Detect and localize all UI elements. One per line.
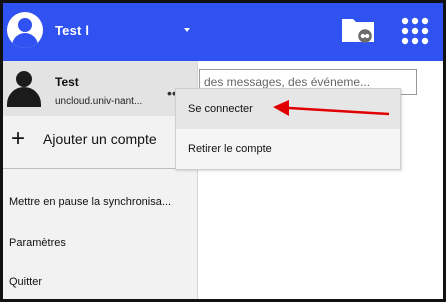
account-row[interactable]: Test uncloud.univ-nant... ••• <box>3 61 197 116</box>
remove-account-menu-item[interactable]: Retirer le compte <box>176 129 400 169</box>
avatar-head <box>18 18 32 32</box>
account-name[interactable]: Test l <box>55 23 89 38</box>
account-context-menu: Se connecter Retirer le compte <box>175 88 401 170</box>
chevron-down-icon[interactable] <box>184 28 190 32</box>
avatar[interactable] <box>7 12 43 48</box>
settings-menu-item[interactable]: Paramètres <box>9 237 195 249</box>
account-row-name: Test <box>55 75 79 89</box>
user-icon <box>6 71 42 107</box>
quit-menu-item[interactable]: Quitter <box>9 276 195 288</box>
account-menu-panel: Test uncloud.univ-nant... ••• + Ajouter … <box>3 61 198 299</box>
header-bar: Test l <box>3 3 443 61</box>
pause-sync-menu-item[interactable]: Mettre en pause la synchronisa... <box>9 196 195 208</box>
folder-icon[interactable] <box>340 14 376 46</box>
avatar-body <box>12 33 38 48</box>
add-account-label: Ajouter un compte <box>43 131 157 147</box>
add-account-button[interactable]: + Ajouter un compte <box>3 116 197 169</box>
window-frame: Test l des messages, des événeme... Test… <box>0 0 446 302</box>
connect-menu-item[interactable]: Se connecter <box>176 89 400 129</box>
account-row-server: uncloud.univ-nant... <box>55 96 143 107</box>
apps-grid-icon[interactable] <box>399 15 431 47</box>
plus-icon: + <box>11 125 26 152</box>
